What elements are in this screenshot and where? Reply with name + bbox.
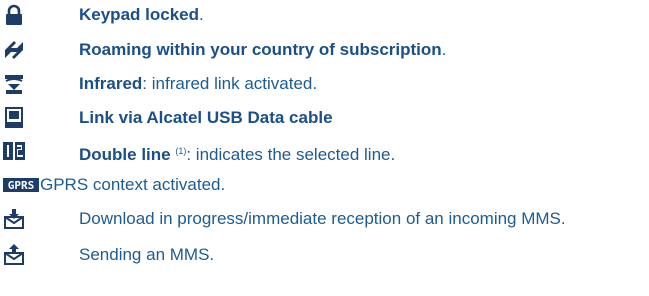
mms-download-icon bbox=[3, 208, 25, 230]
icon-legend-row-infrared: Infrared: infrared link activated. bbox=[0, 72, 649, 102]
icon-legend-row-mms-download: Download in progress/immediate reception… bbox=[0, 207, 649, 237]
infrared-rest: : infrared link activated. bbox=[142, 74, 318, 93]
icon-legend-row-usb-cable: Link via Alcatel USB Data cable bbox=[0, 106, 649, 136]
double-line-icon bbox=[3, 140, 25, 162]
gprs-icon: GPRS bbox=[3, 174, 39, 196]
roaming-rest: . bbox=[441, 40, 447, 59]
icon-legend-row-roaming: Roaming within your country of subscript… bbox=[0, 38, 649, 68]
gprs-icon-label: GPRS bbox=[3, 178, 39, 192]
svg-text:GPRS: GPRS bbox=[8, 179, 35, 192]
mms-send-icon bbox=[3, 244, 25, 266]
icon-legend-row-keypad-locked: Keypad locked. bbox=[0, 3, 649, 33]
icon-legend-row-gprs: GPRS GPRS context activated. bbox=[0, 173, 649, 203]
infrared-icon bbox=[3, 73, 25, 95]
icon-legend-row-double-line: Double line (1): indicates the selected … bbox=[0, 139, 649, 169]
usb-cable-icon bbox=[3, 107, 25, 129]
footnote-marker: (1) bbox=[175, 146, 187, 156]
roaming-label: Roaming within your country of subscript… bbox=[79, 40, 442, 59]
double-line-label: Double line bbox=[79, 145, 171, 164]
padlock-icon bbox=[3, 4, 25, 26]
usb-cable-label: Link via Alcatel USB Data cable bbox=[79, 108, 333, 127]
mms-send-rest: Sending an MMS. bbox=[79, 245, 215, 264]
icon-legend-row-mms-send: Sending an MMS. bbox=[0, 243, 649, 273]
gprs-rest: GPRS context activated. bbox=[40, 175, 226, 194]
infrared-label: Infrared bbox=[79, 74, 143, 93]
keypad-locked-label: Keypad locked bbox=[79, 5, 199, 24]
mms-download-rest: Download in progress/immediate reception… bbox=[79, 209, 566, 228]
double-line-rest: : indicates the selected line. bbox=[186, 145, 396, 164]
keypad-locked-rest: . bbox=[199, 5, 204, 24]
roaming-icon bbox=[3, 39, 25, 61]
